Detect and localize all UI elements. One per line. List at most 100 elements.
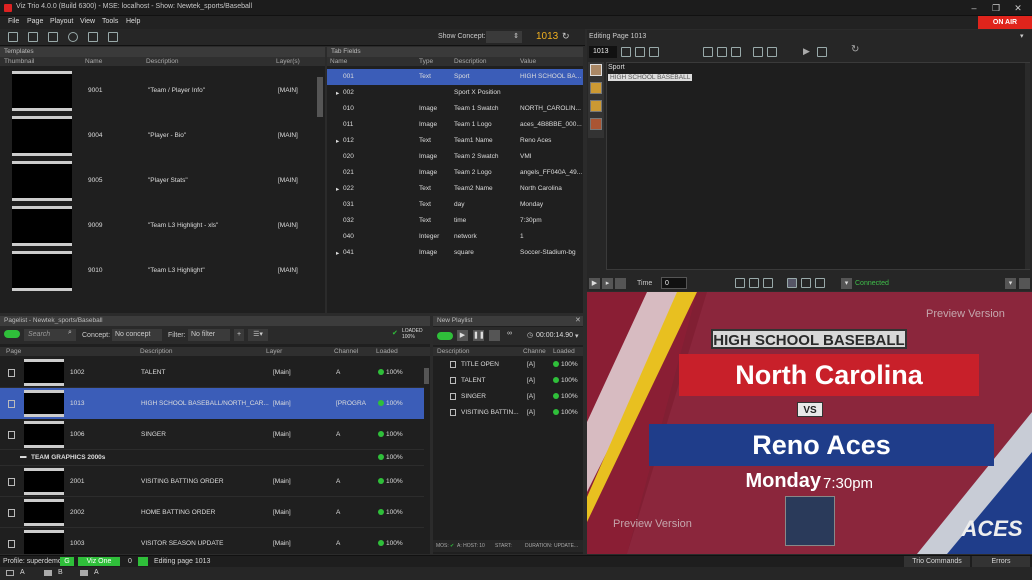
col-value[interactable]: Value xyxy=(520,57,536,66)
playlist-row[interactable]: TITLE OPEN [A] 100% xyxy=(433,357,583,373)
page-info-icon[interactable] xyxy=(649,47,659,57)
col-layer[interactable]: Layer xyxy=(266,347,282,356)
fill-icon[interactable] xyxy=(815,278,825,288)
export-icon[interactable] xyxy=(88,32,98,42)
template-icon[interactable] xyxy=(703,47,713,57)
filter-dropdown[interactable]: No filter xyxy=(188,329,230,341)
errors-button[interactable]: Errors xyxy=(972,556,1030,567)
tab-field-row[interactable]: 040 Integer network 1 xyxy=(327,229,583,245)
tab-field-row[interactable]: 021 Image Team 2 Logo angels_FF040A_49... xyxy=(327,165,583,181)
preview-play-icon[interactable]: ▶ xyxy=(589,278,600,289)
pagelist-row[interactable]: 1013 HIGH SCHOOL BASEBALL/NORTH_CAR... [Ma… xyxy=(0,388,424,419)
bounding-box-icon[interactable] xyxy=(787,278,797,288)
col-name[interactable]: Name xyxy=(85,57,102,66)
menu-view[interactable]: View xyxy=(80,18,95,25)
pagelist-row[interactable]: 2002 HOME BATTING ORDER [Main] A 100% xyxy=(0,497,424,528)
preview-stop-icon[interactable] xyxy=(615,278,626,289)
col-description[interactable]: Description xyxy=(146,57,179,66)
settings-icon[interactable] xyxy=(68,32,78,42)
flag-icon[interactable] xyxy=(731,47,741,57)
channel-b-monitor-icon[interactable] xyxy=(44,570,52,576)
field-value-input[interactable]: HIGH SCHOOL BASEBALL xyxy=(608,74,693,81)
reload-icon[interactable]: ↻ xyxy=(851,44,859,55)
playlist-stop-icon[interactable] xyxy=(489,330,500,341)
style-icon[interactable] xyxy=(590,118,602,130)
col-channel[interactable]: Channel xyxy=(334,347,358,356)
col-layers[interactable]: Layer(s) xyxy=(276,57,300,66)
grid-icon[interactable] xyxy=(763,278,773,288)
tab-field-expand[interactable]: ▸ xyxy=(336,137,339,145)
col-channel[interactable]: Channe xyxy=(523,347,546,356)
key-icon[interactable] xyxy=(801,278,811,288)
tab-field-row[interactable]: 032 Text time 7:30pm xyxy=(327,213,583,229)
preview-step-icon[interactable]: ▸ xyxy=(602,278,613,289)
new-page-icon[interactable] xyxy=(28,32,38,42)
safe-area-icon[interactable] xyxy=(735,278,745,288)
tab-field-row[interactable]: 011 Image Team 1 Logo aces_4B8BBE_000... xyxy=(327,117,583,133)
search-icon[interactable]: ⌕ xyxy=(68,329,72,337)
view-options-icon[interactable]: ☰▾ xyxy=(248,329,268,341)
tab-field-row[interactable]: ▸ 012 Text Team1 Name Reno Aces xyxy=(327,133,583,149)
col-type[interactable]: Type xyxy=(419,57,433,66)
concept-dropdown[interactable]: No concept xyxy=(112,329,162,341)
take-icon[interactable] xyxy=(817,47,827,57)
tab-field-row[interactable]: ▸ 022 Text Team2 Name North Carolina xyxy=(327,181,583,197)
template-row[interactable]: 9001 "Team / Player Info" [MAIN] xyxy=(0,69,316,113)
pagelist-row[interactable]: 1003 VISITOR SEASON UPDATE [Main] A 100% xyxy=(0,528,424,554)
collapse-icon[interactable]: ▾ xyxy=(1020,32,1024,40)
save-icon[interactable] xyxy=(753,47,763,57)
viz-one-status-badge[interactable]: Viz One xyxy=(78,557,120,566)
on-air-button[interactable]: ON AIR xyxy=(978,16,1032,29)
pagelist-row[interactable]: 1002 TALENT [Main] A 100% xyxy=(0,357,424,388)
playlist-menu-icon[interactable]: ▾ xyxy=(575,332,579,340)
col-loaded[interactable]: Loaded xyxy=(553,347,575,356)
template-row[interactable]: 9010 "Team L3 Highlight" [MAIN] xyxy=(0,249,316,293)
tab-field-row[interactable]: 001 Text Sport HIGH SCHOOL BA... xyxy=(327,69,583,85)
loop-icon[interactable]: ∞ xyxy=(507,330,512,337)
playlist-close-icon[interactable]: ✕ xyxy=(575,316,581,324)
menu-playout[interactable]: Playout xyxy=(50,18,73,25)
pagelist-group-row[interactable]: ▬ TEAM GRAPHICS 2000s 100% xyxy=(0,450,424,466)
play-icon[interactable]: ▶ xyxy=(803,46,810,57)
save-as-icon[interactable] xyxy=(767,47,777,57)
prev-page-icon[interactable] xyxy=(621,47,631,57)
template-row[interactable]: 9009 "Team L3 Highlight - xls" [MAIN] xyxy=(0,204,316,248)
template-row[interactable]: 9004 "Player - Bio" [MAIN] xyxy=(0,114,316,158)
list-icon[interactable] xyxy=(48,32,58,42)
tab-field-row[interactable]: ▸ 041 Image square Soccer-Stadium-bg xyxy=(327,245,583,261)
playlist-toggle[interactable] xyxy=(437,332,453,340)
open-folder-icon[interactable] xyxy=(8,32,18,42)
pagelist-toggle[interactable] xyxy=(4,330,20,338)
channel-a2-monitor-icon[interactable] xyxy=(80,570,88,576)
col-description[interactable]: Description xyxy=(140,347,173,356)
col-description[interactable]: Description xyxy=(454,57,487,66)
editor-scrollbar[interactable] xyxy=(1025,63,1030,269)
playlist-row[interactable]: VISITING BATTIN... [A] 100% xyxy=(433,405,583,421)
channel-a-monitor-icon[interactable] xyxy=(6,570,14,576)
text-field-icon[interactable] xyxy=(590,64,602,76)
tab-field-row[interactable]: 031 Text day Monday xyxy=(327,197,583,213)
editing-page-number[interactable]: 1013 xyxy=(589,46,617,58)
connection-dropdown[interactable]: ▾ xyxy=(841,278,852,289)
image-field-icon[interactable] xyxy=(590,100,602,112)
page-edit-icon[interactable] xyxy=(108,32,118,42)
maximize-icon[interactable]: ❐ xyxy=(986,2,1006,14)
playlist-play-icon[interactable]: ▶ xyxy=(457,330,468,341)
playlist-row[interactable]: TALENT [A] 100% xyxy=(433,373,583,389)
time-input[interactable]: 0 xyxy=(661,277,687,289)
tab-field-row[interactable]: 010 Image Team 1 Swatch NORTH_CAROLIN... xyxy=(327,101,583,117)
menu-tools[interactable]: Tools xyxy=(102,18,118,25)
close-icon[interactable]: ✕ xyxy=(1008,2,1028,14)
col-loaded[interactable]: Loaded xyxy=(376,347,398,356)
next-page-icon[interactable] xyxy=(635,47,645,57)
title-area-icon[interactable] xyxy=(749,278,759,288)
col-page[interactable]: Page xyxy=(6,347,21,356)
template-row[interactable]: 9005 "Player Stats" [MAIN] xyxy=(0,159,316,203)
templates-scrollbar[interactable] xyxy=(317,77,323,117)
tab-field-row[interactable]: ▸ 002 Sport X Position xyxy=(327,85,583,101)
playlist-pause-icon[interactable]: ❚❚ xyxy=(473,330,485,341)
show-concept-dropdown[interactable]: ⇕ xyxy=(486,31,522,43)
menu-file[interactable]: File xyxy=(8,18,19,25)
add-filter-icon[interactable]: + xyxy=(234,329,244,341)
col-description[interactable]: Description xyxy=(437,347,470,356)
